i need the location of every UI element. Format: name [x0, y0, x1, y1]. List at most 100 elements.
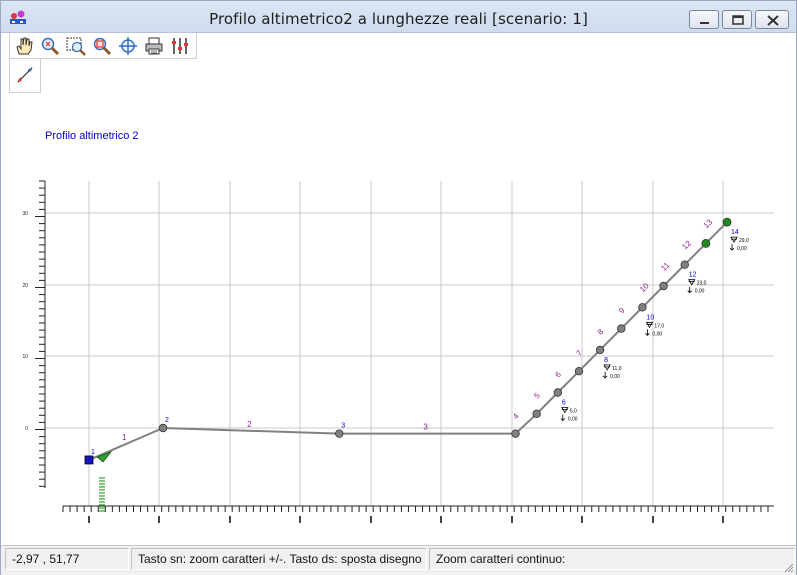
y-tick-label: 0: [25, 426, 28, 432]
crosshair-icon: [119, 37, 137, 55]
toolbar-secondary: [9, 59, 41, 93]
node-marker: [532, 409, 541, 418]
node-depth: 0,00: [652, 331, 662, 337]
node-marker: [595, 345, 605, 355]
level-icon: [603, 364, 611, 371]
x-tick-label-mark: [581, 516, 583, 523]
node-level: 5,0: [570, 409, 577, 415]
resize-grip-icon[interactable]: [784, 563, 794, 573]
settings-tool[interactable]: [168, 34, 192, 58]
minimize-icon: [700, 22, 709, 24]
profile-drawing[interactable]: Profilo altimetrico 2302010012 3456789101…: [1, 93, 796, 543]
zoom-window-tool[interactable]: [64, 34, 88, 58]
node-label: 14: [731, 229, 739, 236]
pan-hand-tool[interactable]: [12, 34, 36, 58]
node-label: 8: [604, 357, 608, 364]
node-depth: 0,00: [610, 374, 620, 380]
node-marker: [574, 367, 584, 376]
profile-title: Profilo altimetrico 2: [45, 130, 139, 142]
segment-label: 4: [511, 411, 521, 421]
x-tick-label-mark: [440, 516, 442, 523]
zoom-tool[interactable]: [38, 34, 62, 58]
minimize-button[interactable]: [689, 10, 719, 29]
close-icon: [767, 15, 779, 26]
node-label: 1: [91, 449, 95, 456]
x-tick-label-mark: [370, 516, 372, 523]
profile-window: Profilo altimetrico2 a lunghezze reali […: [0, 0, 797, 575]
level-icon: [561, 407, 569, 414]
x-tick-label-mark: [88, 516, 90, 523]
node-level: 17,0: [654, 323, 664, 329]
node-marker: [722, 217, 732, 227]
measure-icon: [17, 67, 33, 83]
x-tick-label-mark: [229, 516, 231, 523]
segment-label: 1: [122, 433, 127, 442]
node-label: 12: [689, 272, 697, 279]
node-marker: [659, 281, 668, 291]
hand-icon: [16, 37, 33, 55]
segment-label: 9: [617, 305, 627, 315]
node-label: 6: [562, 400, 566, 407]
y-tick-label: 30: [22, 211, 28, 217]
x-tick-label-mark: [158, 516, 160, 523]
depth-icon: [560, 414, 566, 422]
node-marker: [84, 455, 94, 465]
depth-icon: [687, 286, 693, 294]
node-level: 29,0: [739, 238, 749, 244]
measure-tool[interactable]: [13, 63, 37, 87]
maximize-button[interactable]: [722, 10, 752, 29]
segment-label: 10: [638, 281, 651, 294]
close-button[interactable]: [755, 10, 789, 29]
depth-icon: [645, 329, 650, 336]
node-depth: 0,00: [737, 246, 747, 252]
y-tick-label: 10: [22, 354, 28, 360]
x-tick-label-mark: [511, 516, 513, 523]
status-coordinates: -2,97 , 51,77: [5, 548, 129, 570]
x-tick-label-mark: [722, 516, 724, 523]
node-label: 2: [165, 417, 169, 424]
level-icon: [645, 321, 654, 329]
center-tool[interactable]: [116, 34, 140, 58]
x-tick-label-mark: [652, 516, 654, 523]
y-tick-label: 20: [22, 283, 28, 289]
segment-label: 11: [659, 260, 672, 273]
zoom-extents-tool[interactable]: [90, 34, 114, 58]
node-marker: [335, 429, 344, 438]
node-marker: [158, 423, 168, 433]
zoom-window-icon: [66, 37, 86, 56]
segment-label: 13: [702, 217, 715, 230]
print-tool[interactable]: [142, 34, 166, 58]
segment-label: 5: [532, 391, 542, 401]
segment-label: 8: [596, 327, 606, 337]
segment-label: 3: [423, 423, 428, 432]
node-marker: [553, 388, 563, 397]
title-bar[interactable]: Profilo altimetrico2 a lunghezze reali […: [1, 1, 796, 33]
segment-label: 2: [247, 420, 252, 429]
status-hint: Tasto sn: zoom caratteri +/-. Tasto ds: …: [131, 548, 427, 570]
segment-label: 12: [680, 238, 693, 251]
status-zoom-mode: Zoom caratteri continuo:: [429, 548, 795, 570]
node-marker: [638, 303, 647, 312]
printer-icon: [145, 37, 163, 55]
node-marker: [701, 238, 711, 248]
zoom-extents-icon: [93, 37, 112, 56]
node-depth: 0,00: [695, 289, 705, 295]
level-icon: [730, 236, 738, 243]
node-depth: 0,00: [568, 417, 578, 423]
level-icon: [688, 279, 696, 286]
maximize-icon: [732, 15, 744, 25]
node-marker: [511, 429, 520, 438]
depth-icon: [602, 371, 608, 379]
window-title: Profilo altimetrico2 a lunghezze reali […: [209, 10, 588, 28]
sliders-icon: [172, 38, 188, 54]
node-label: 3: [341, 423, 345, 430]
x-tick-label-mark: [299, 516, 301, 523]
depth-icon: [729, 244, 735, 251]
magnifier-icon: [41, 37, 60, 56]
segment-label: 6: [553, 369, 563, 379]
node-marker: [680, 260, 689, 269]
node-level: 23,0: [697, 281, 707, 287]
status-bar: -2,97 , 51,77 Tasto sn: zoom caratteri +…: [1, 545, 796, 575]
node-marker: [617, 324, 626, 333]
node-label: 10: [646, 314, 654, 321]
